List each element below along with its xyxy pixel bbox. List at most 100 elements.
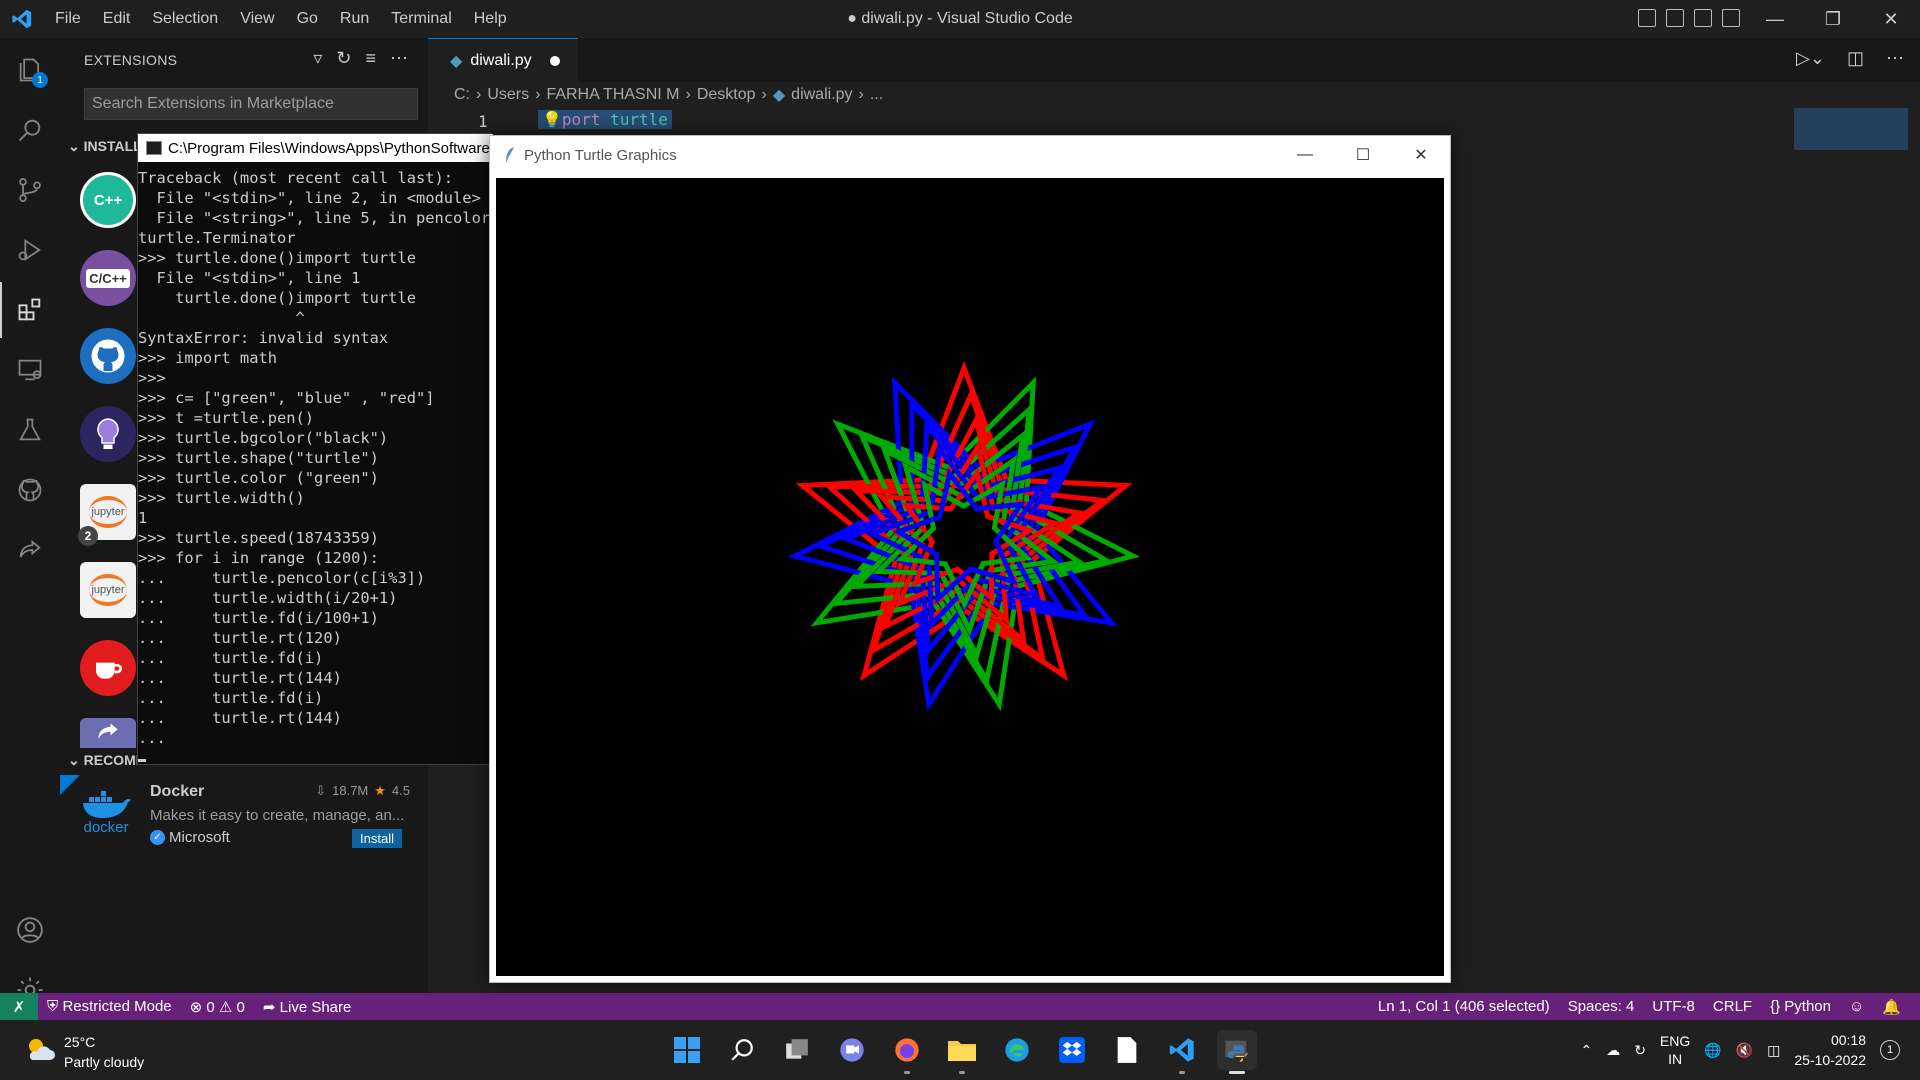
- toggle-sidebar-icon[interactable]: [1638, 9, 1656, 27]
- more-actions-icon[interactable]: ⋯: [390, 48, 408, 69]
- testing-icon[interactable]: [0, 402, 60, 458]
- console-app-icon: [146, 141, 162, 155]
- jupyter-icon[interactable]: jupyter 2: [78, 484, 136, 546]
- cpp-ext-pack-icon[interactable]: C/C++: [80, 250, 136, 306]
- lightbulb-hint-icon[interactable]: 💡: [542, 110, 562, 129]
- language-mode[interactable]: {} Python: [1761, 998, 1840, 1016]
- tab-diwali-py[interactable]: ◆ diwali.py: [428, 38, 578, 82]
- console-output[interactable]: Traceback (most recent call last): File …: [138, 168, 490, 748]
- breadcrumb-user-folder[interactable]: FARHA THASNI M: [546, 86, 679, 104]
- menu-edit[interactable]: Edit: [92, 10, 142, 28]
- edge-icon[interactable]: [997, 1030, 1037, 1070]
- breadcrumb-symbol[interactable]: ...: [870, 86, 883, 104]
- docker-extension-item[interactable]: docker Docker ⇩ 18.7M ★ 4.5 Makes it eas…: [60, 775, 428, 855]
- vscode-taskbar-icon[interactable]: [1162, 1030, 1202, 1074]
- github-ext-icon[interactable]: [80, 328, 136, 384]
- github-icon[interactable]: [0, 462, 60, 518]
- indentation[interactable]: Spaces: 4: [1559, 998, 1644, 1016]
- notification-count[interactable]: 1: [1880, 1040, 1900, 1060]
- menu-view[interactable]: View: [229, 10, 285, 28]
- turtle-title-bar[interactable]: Python Turtle Graphics — ☐ ✕: [490, 136, 1450, 174]
- breadcrumb-drive[interactable]: C:: [454, 86, 470, 104]
- menu-file[interactable]: File: [44, 10, 92, 28]
- taskbar-search-icon[interactable]: [722, 1030, 762, 1070]
- extensions-search-input[interactable]: Search Extensions in Marketplace: [84, 88, 418, 120]
- split-editor-icon[interactable]: ◫: [1847, 48, 1864, 69]
- cpp-icon[interactable]: C++: [80, 172, 136, 228]
- dropbox-icon[interactable]: [1052, 1030, 1092, 1070]
- python-console-window[interactable]: C:\Program Files\WindowsApps\PythonSoftw…: [137, 133, 493, 765]
- menu-run[interactable]: Run: [329, 10, 380, 28]
- sync-icon[interactable]: ↻: [1634, 1042, 1646, 1059]
- minimap[interactable]: [1794, 108, 1908, 150]
- close-icon[interactable]: ✕: [1862, 0, 1920, 38]
- refresh-icon[interactable]: ↻: [336, 48, 351, 69]
- menu-selection[interactable]: Selection: [141, 10, 229, 28]
- run-python-icon[interactable]: ▷⌄: [1796, 48, 1825, 69]
- java-icon[interactable]: [80, 640, 136, 696]
- feedback-icon[interactable]: ☺: [1840, 998, 1873, 1016]
- breadcrumb-file[interactable]: diwali.py: [791, 86, 852, 104]
- remote-indicator-icon[interactable]: ✗: [0, 993, 38, 1020]
- customize-layout-icon[interactable]: [1722, 9, 1740, 27]
- clear-icon[interactable]: ≡: [365, 48, 376, 69]
- recommended-section-header[interactable]: ⌄ RECOMM: [68, 752, 147, 769]
- installed-section-header[interactable]: ⌄ INSTALL: [68, 138, 142, 155]
- show-hidden-icons-chevron-up-icon[interactable]: ⌃: [1580, 1042, 1592, 1059]
- file-explorer-icon[interactable]: [942, 1030, 982, 1074]
- weather-widget[interactable]: 25°C Partly cloudy: [24, 1032, 144, 1072]
- sidebar-title: EXTENSIONS: [84, 52, 178, 68]
- breadcrumb-desktop[interactable]: Desktop: [697, 86, 756, 104]
- encoding[interactable]: UTF-8: [1643, 998, 1704, 1016]
- restore-icon[interactable]: ❐: [1804, 0, 1862, 38]
- explorer-icon[interactable]: 1: [0, 42, 60, 98]
- end-of-line[interactable]: CRLF: [1704, 998, 1761, 1016]
- maximize-icon[interactable]: ☐: [1334, 136, 1392, 174]
- code-line-1[interactable]: 💡port turtle: [538, 110, 672, 129]
- bell-icon[interactable]: 🔔: [1873, 998, 1910, 1016]
- lightbulb-icon[interactable]: [80, 406, 136, 462]
- live-share-icon[interactable]: [0, 522, 60, 578]
- jupyter-keymap-icon[interactable]: jupyter: [80, 562, 136, 618]
- volume-muted-icon[interactable]: 🔇: [1736, 1042, 1753, 1059]
- close-icon[interactable]: ✕: [1392, 136, 1450, 174]
- python-taskbar-icon[interactable]: [1217, 1030, 1257, 1074]
- share-ext-icon[interactable]: [80, 718, 136, 748]
- turtle-canvas[interactable]: [496, 178, 1444, 976]
- menu-terminal[interactable]: Terminal: [380, 10, 462, 28]
- battery-icon[interactable]: ◫: [1767, 1042, 1780, 1059]
- remote-explorer-icon[interactable]: [0, 342, 60, 398]
- restricted-mode[interactable]: ⛨ Restricted Mode: [38, 998, 181, 1015]
- live-share-status[interactable]: ➦ Live Share: [254, 998, 360, 1016]
- extensions-icon[interactable]: [0, 282, 60, 338]
- firefox-icon[interactable]: [887, 1030, 927, 1074]
- problems-indicator[interactable]: ⊗ 0 ⚠ 0: [181, 998, 254, 1016]
- minimize-icon[interactable]: —: [1746, 0, 1804, 38]
- teams-chat-icon[interactable]: [832, 1030, 872, 1070]
- onedrive-icon[interactable]: ☁: [1606, 1042, 1620, 1059]
- source-control-icon[interactable]: [0, 162, 60, 218]
- console-title-bar[interactable]: C:\Program Files\WindowsApps\PythonSoftw…: [138, 134, 493, 162]
- network-globe-icon[interactable]: 🌐: [1704, 1042, 1721, 1059]
- menu-help[interactable]: Help: [463, 10, 518, 28]
- filter-icon[interactable]: ▿: [313, 48, 322, 69]
- editor-actions: ▷⌄ ◫ ⋯: [1796, 48, 1904, 69]
- turtle-graphics-window[interactable]: Python Turtle Graphics — ☐ ✕: [489, 135, 1451, 983]
- minimize-icon[interactable]: —: [1276, 136, 1334, 174]
- clock[interactable]: 00:18 25-10-2022: [1794, 1030, 1866, 1070]
- language-indicator[interactable]: ENG IN: [1660, 1032, 1690, 1068]
- toggle-secondary-sidebar-icon[interactable]: [1694, 9, 1712, 27]
- breadcrumb-users[interactable]: Users: [487, 86, 529, 104]
- menu-go[interactable]: Go: [286, 10, 329, 28]
- cursor-position[interactable]: Ln 1, Col 1 (406 selected): [1369, 998, 1559, 1016]
- start-icon[interactable]: [667, 1030, 707, 1070]
- run-debug-icon[interactable]: [0, 222, 60, 278]
- unsaved-dot-icon[interactable]: [550, 55, 560, 66]
- search-icon[interactable]: [0, 102, 60, 158]
- notepad-icon[interactable]: [1107, 1030, 1147, 1070]
- accounts-icon[interactable]: [0, 902, 60, 958]
- more-actions-icon[interactable]: ⋯: [1886, 48, 1904, 69]
- toggle-panel-icon[interactable]: [1666, 9, 1684, 27]
- task-view-icon[interactable]: [777, 1030, 817, 1070]
- docker-install-button[interactable]: Install: [352, 829, 402, 848]
